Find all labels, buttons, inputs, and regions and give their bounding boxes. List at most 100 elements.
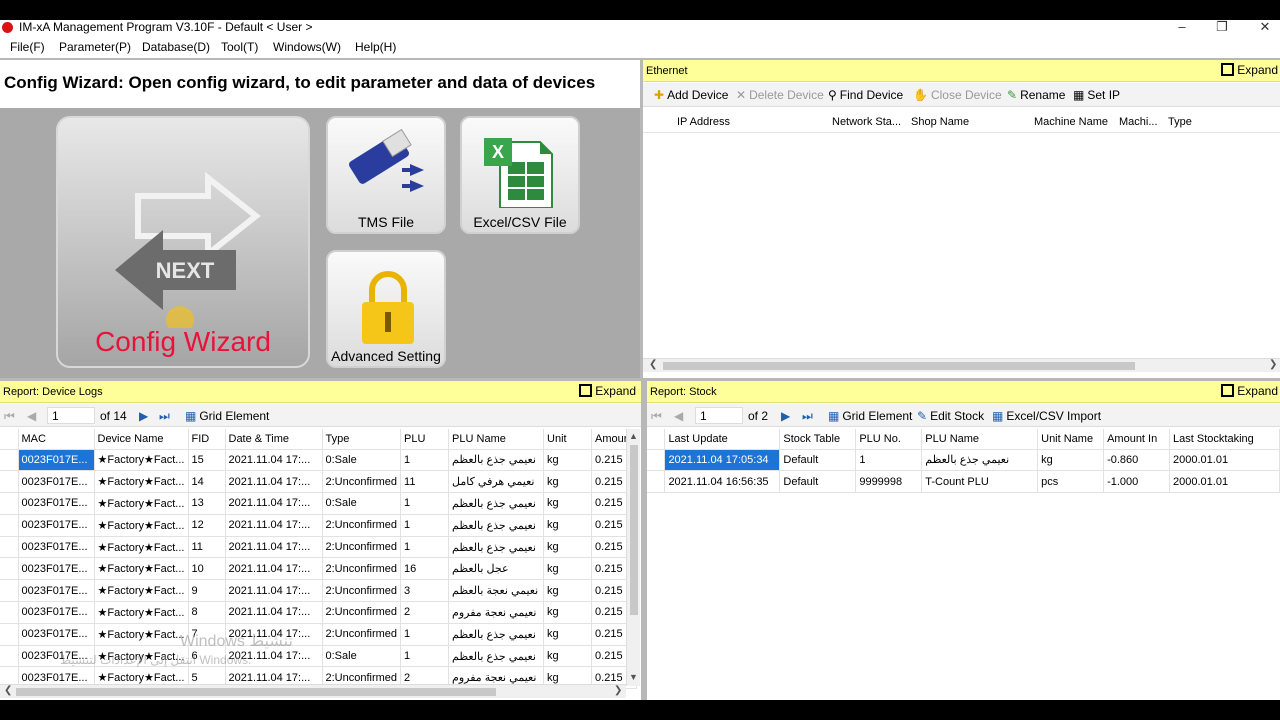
row-indicator[interactable] — [0, 536, 19, 559]
config-wizard-button[interactable]: NEXT Config Wizard — [56, 116, 310, 368]
table-cell[interactable]: 0023F017E... — [18, 470, 95, 494]
next-page-icon[interactable]: ▶ — [139, 409, 148, 423]
table-cell[interactable]: 10 — [188, 557, 226, 581]
table-row[interactable]: 0023F017E... ★Factory★Fact... 7 2021.11.04 … — [0, 623, 637, 646]
table-cell[interactable]: 0023F017E... — [18, 536, 95, 559]
table-cell[interactable]: ★Factory★Fact... — [94, 449, 189, 472]
table-cell[interactable]: kg — [543, 645, 593, 668]
table-cell[interactable]: Default — [779, 470, 857, 494]
menu-windows[interactable]: Windows(W) — [273, 40, 341, 54]
close-button[interactable]: ✕ — [1255, 19, 1275, 35]
row-indicator[interactable] — [0, 449, 19, 472]
delete-device-button[interactable]: ✕ Delete Device — [736, 88, 824, 102]
table-cell[interactable]: 0:Sale — [322, 645, 402, 668]
table-cell[interactable]: 9 — [188, 579, 226, 603]
scroll-right-icon[interactable]: ❯ — [614, 685, 622, 696]
table-cell[interactable]: 2021.11.04 17:... — [225, 514, 323, 537]
table-cell[interactable]: نعيمي نعجة مفروم — [448, 601, 545, 624]
table-cell[interactable]: kg — [543, 492, 593, 515]
table-row[interactable]: 0023F017E... ★Factory★Fact... 10 2021.11.04… — [0, 557, 637, 581]
table-cell[interactable]: 2021.11.04 17:... — [225, 601, 323, 624]
grid-element-button[interactable]: ▦ Grid Element — [185, 409, 269, 423]
table-cell[interactable]: kg — [543, 514, 593, 537]
row-indicator[interactable] — [0, 492, 19, 515]
tms-file-button[interactable]: TMS File — [326, 116, 446, 234]
col-unit-name[interactable]: Unit Name — [1037, 429, 1105, 450]
table-cell[interactable]: kg — [543, 470, 593, 494]
table-cell[interactable]: 12 — [188, 514, 226, 537]
table-cell[interactable]: 2:Unconfirmed — [322, 601, 402, 624]
table-cell[interactable]: 2000.01.01 — [1169, 470, 1280, 494]
table-cell[interactable]: نعيمي جذع بالعظم — [448, 514, 545, 537]
table-cell[interactable]: نعيمي نعجة بالعظم — [448, 579, 545, 603]
page-number-input[interactable]: 1 — [47, 407, 95, 424]
last-page-icon[interactable]: ⏭ — [159, 409, 170, 424]
table-cell[interactable]: kg — [543, 449, 593, 472]
table-cell[interactable]: -0.860 — [1103, 449, 1171, 472]
table-cell[interactable]: 2:Unconfirmed — [322, 557, 402, 581]
table-cell[interactable]: T-Count PLU — [921, 470, 1039, 494]
col-device-name[interactable]: Device Name — [94, 429, 189, 450]
menu-file[interactable]: File(F) — [10, 40, 45, 54]
maximize-button[interactable]: ❐ — [1212, 19, 1232, 35]
table-cell[interactable]: 1 — [400, 449, 450, 472]
table-cell[interactable]: 0:Sale — [322, 449, 402, 472]
col-shop-name[interactable]: Shop Name — [911, 116, 1031, 128]
table-row[interactable]: 2021.11.04 16:56:35 Default 9999998 T-Count… — [647, 470, 1280, 494]
table-cell[interactable]: 1 — [400, 492, 450, 515]
table-row[interactable]: 0023F017E... ★Factory★Fact... 12 2021.11.04… — [0, 514, 637, 537]
table-cell[interactable]: 0023F017E... — [18, 514, 95, 537]
table-cell[interactable]: ★Factory★Fact... — [94, 536, 189, 559]
table-cell[interactable]: 8 — [188, 601, 226, 624]
col-unit[interactable]: Unit — [543, 429, 593, 450]
table-cell[interactable]: 1 — [400, 623, 450, 646]
table-row[interactable]: 0023F017E... ★Factory★Fact... 8 2021.11.04 … — [0, 601, 637, 624]
first-page-icon[interactable]: ⏮ — [4, 409, 15, 424]
col-plu[interactable]: PLU — [400, 429, 450, 450]
minimize-button[interactable]: – — [1172, 19, 1192, 34]
rename-button[interactable]: ✎ Rename — [1007, 88, 1065, 102]
table-cell[interactable]: ★Factory★Fact... — [94, 492, 189, 515]
table-cell[interactable]: 0023F017E... — [18, 623, 95, 646]
table-cell[interactable]: 2021.11.04 17:... — [225, 492, 323, 515]
table-row[interactable]: 0023F017E... ★Factory★Fact... 13 2021.11.04… — [0, 492, 637, 515]
table-cell[interactable]: نعيمي جذع بالعظم — [448, 645, 545, 668]
col-fid[interactable]: FID — [188, 429, 226, 450]
table-cell[interactable]: نعيمي هرفي كامل — [448, 470, 545, 494]
grid-element-button[interactable]: ▦ Grid Element — [828, 409, 912, 423]
table-cell[interactable]: نعيمي جذع بالعظم — [448, 623, 545, 646]
ethernet-expand-button[interactable]: Expand — [1221, 63, 1278, 77]
prev-page-icon[interactable]: ◀ — [27, 409, 36, 423]
table-cell[interactable]: 2021.11.04 17:... — [225, 557, 323, 581]
table-cell[interactable]: نعيمي جذع بالعظم — [448, 492, 545, 515]
table-cell[interactable]: kg — [543, 536, 593, 559]
logs-hscroll[interactable]: ❮ ❯ — [0, 684, 626, 698]
table-cell[interactable]: 11 — [188, 536, 226, 559]
edit-stock-button[interactable]: ✎ Edit Stock — [917, 409, 984, 423]
scroll-down-icon[interactable]: ▼ — [629, 672, 638, 682]
table-cell[interactable]: kg — [543, 557, 593, 581]
col-network-status[interactable]: Network Sta... — [832, 116, 908, 128]
col-mac[interactable]: MAC — [18, 429, 95, 450]
table-cell[interactable]: 1 — [400, 514, 450, 537]
table-cell[interactable]: نعيمي جذع بالعظم — [448, 536, 545, 559]
col-type[interactable]: Type — [322, 429, 402, 450]
logs-vscroll[interactable]: ▲ ▼ — [626, 429, 640, 686]
table-cell[interactable]: 1 — [400, 536, 450, 559]
table-cell[interactable]: 15 — [188, 449, 226, 472]
col-date-time[interactable]: Date & Time — [225, 429, 323, 450]
table-cell[interactable]: kg — [1037, 449, 1105, 472]
table-cell[interactable]: pcs — [1037, 470, 1105, 494]
table-cell[interactable]: 2021.11.04 17:... — [225, 536, 323, 559]
table-cell[interactable]: 16 — [400, 557, 450, 581]
table-cell[interactable]: 0023F017E... — [18, 557, 95, 581]
table-cell[interactable]: 11 — [400, 470, 450, 494]
row-indicator[interactable] — [0, 557, 19, 581]
menu-tool[interactable]: Tool(T) — [221, 40, 258, 54]
table-cell[interactable]: kg — [543, 623, 593, 646]
table-cell[interactable]: 0023F017E... — [18, 601, 95, 624]
col-plu-name[interactable]: PLU Name — [448, 429, 545, 450]
table-cell[interactable]: 2:Unconfirmed — [322, 470, 402, 494]
row-indicator[interactable] — [0, 579, 19, 603]
table-row[interactable]: 0023F017E... ★Factory★Fact... 11 2021.11.04… — [0, 536, 637, 559]
